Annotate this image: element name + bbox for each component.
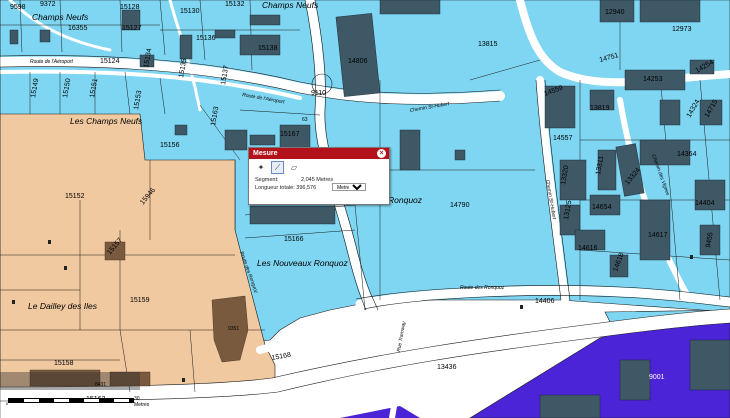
area-tool-icon[interactable]: ▱ xyxy=(288,162,300,174)
measure-header: Mesure × xyxy=(249,148,389,159)
parcel-number: 15152 xyxy=(65,193,85,200)
parcel-number: 14557 xyxy=(553,135,573,142)
parcel-number: 15158 xyxy=(54,360,74,367)
parcel-number: 14654 xyxy=(592,204,612,211)
parcel-number: 15166 xyxy=(284,236,304,243)
parcel-number: 15159 xyxy=(130,297,150,304)
parcel-number: 8431 xyxy=(95,382,106,388)
parcel-number: 14364 xyxy=(677,151,697,158)
scale-bar-graphic xyxy=(8,398,134,403)
parcel-number: 15136 xyxy=(196,35,216,42)
segment-label: Segment: xyxy=(255,177,279,183)
label-champs-neufs-top: Champs Neufs xyxy=(262,0,319,10)
parcel-number: 9110 xyxy=(311,90,326,97)
label-dailley: Le Dailley des Iles xyxy=(28,301,98,311)
parcel-number: 13815 xyxy=(478,41,498,48)
parcel-number: 14406 xyxy=(535,298,555,305)
parcel-number: 14404 xyxy=(695,200,715,207)
parcel-number: 12973 xyxy=(672,26,692,33)
scale-label: 30 Metres xyxy=(134,396,150,408)
parcel-number: 16355 xyxy=(68,25,88,32)
parcel-number: 15127 xyxy=(122,25,142,32)
segment-value: 2,045 Metres xyxy=(301,177,334,183)
label-champs-neufs-left: Champs Neufs xyxy=(32,12,89,22)
point-tool-icon[interactable]: ✦ xyxy=(255,162,267,174)
parcel-number: 63 xyxy=(302,117,308,123)
parcel-number: 9001 xyxy=(649,374,665,381)
label-ronquoz: Ronquoz xyxy=(388,195,423,205)
parcel-number: 14806 xyxy=(348,58,368,65)
cadastral-map[interactable]: Champs Neufs Champs Neufs Les Champs Neu… xyxy=(0,0,730,418)
parcel-number: 14616 xyxy=(578,245,598,252)
parcel-number: 15124 xyxy=(100,58,120,65)
scale-bar: 0 30 Metres xyxy=(6,396,156,408)
map-canvas[interactable]: Champs Neufs Champs Neufs Les Champs Neu… xyxy=(0,0,730,418)
parcel-number: 9598 xyxy=(10,4,26,11)
parcel-number: 15156 xyxy=(160,142,180,149)
measure-title: Mesure xyxy=(253,150,278,157)
close-icon[interactable]: × xyxy=(377,149,386,158)
shadow-band xyxy=(0,372,140,390)
label-les-champs-neufs: Les Champs Neufs xyxy=(70,116,143,126)
parcel-number: 9372 xyxy=(40,1,56,8)
parcel-number: 15138 xyxy=(258,45,278,52)
parcel-number: 9351 xyxy=(228,326,239,332)
label-route-ronquoz: Route des Ronquoz xyxy=(460,285,505,291)
total-label: Longueur totale: 396,576 xyxy=(255,185,317,191)
parcel-number: 14617 xyxy=(648,232,668,239)
label-route-aeroport-1: Route de l'Aéroport xyxy=(30,59,74,65)
parcel-number: 15128 xyxy=(120,4,140,11)
parcel-number: 14253 xyxy=(643,76,663,83)
label-nouveaux-ronquoz: Les Nouveaux Ronquoz xyxy=(257,258,348,268)
distance-tool-icon[interactable]: ⟋ xyxy=(271,161,284,174)
parcel-number: 15167 xyxy=(280,131,300,138)
parcel-number: 12940 xyxy=(605,9,625,16)
measure-toolbar: ✦ ⟋ ▱ xyxy=(249,159,389,176)
segment-row: Segment: 2,045 Metres xyxy=(249,176,389,184)
total-row: Longueur totale: 396,576 Metres xyxy=(249,183,389,192)
scale-zero: 0 xyxy=(6,401,9,406)
measure-panel[interactable]: Mesure × ✦ ⟋ ▱ Segment: 2,045 Metres Lon… xyxy=(248,147,390,205)
parcel-number: 15132 xyxy=(225,1,245,8)
parcel-number: 13819 xyxy=(590,105,610,112)
parcel-number: 13436 xyxy=(437,364,457,371)
parcel-number: 15130 xyxy=(180,8,200,15)
unit-select[interactable]: Metres xyxy=(332,183,366,191)
parcel-number: 14790 xyxy=(450,202,470,209)
